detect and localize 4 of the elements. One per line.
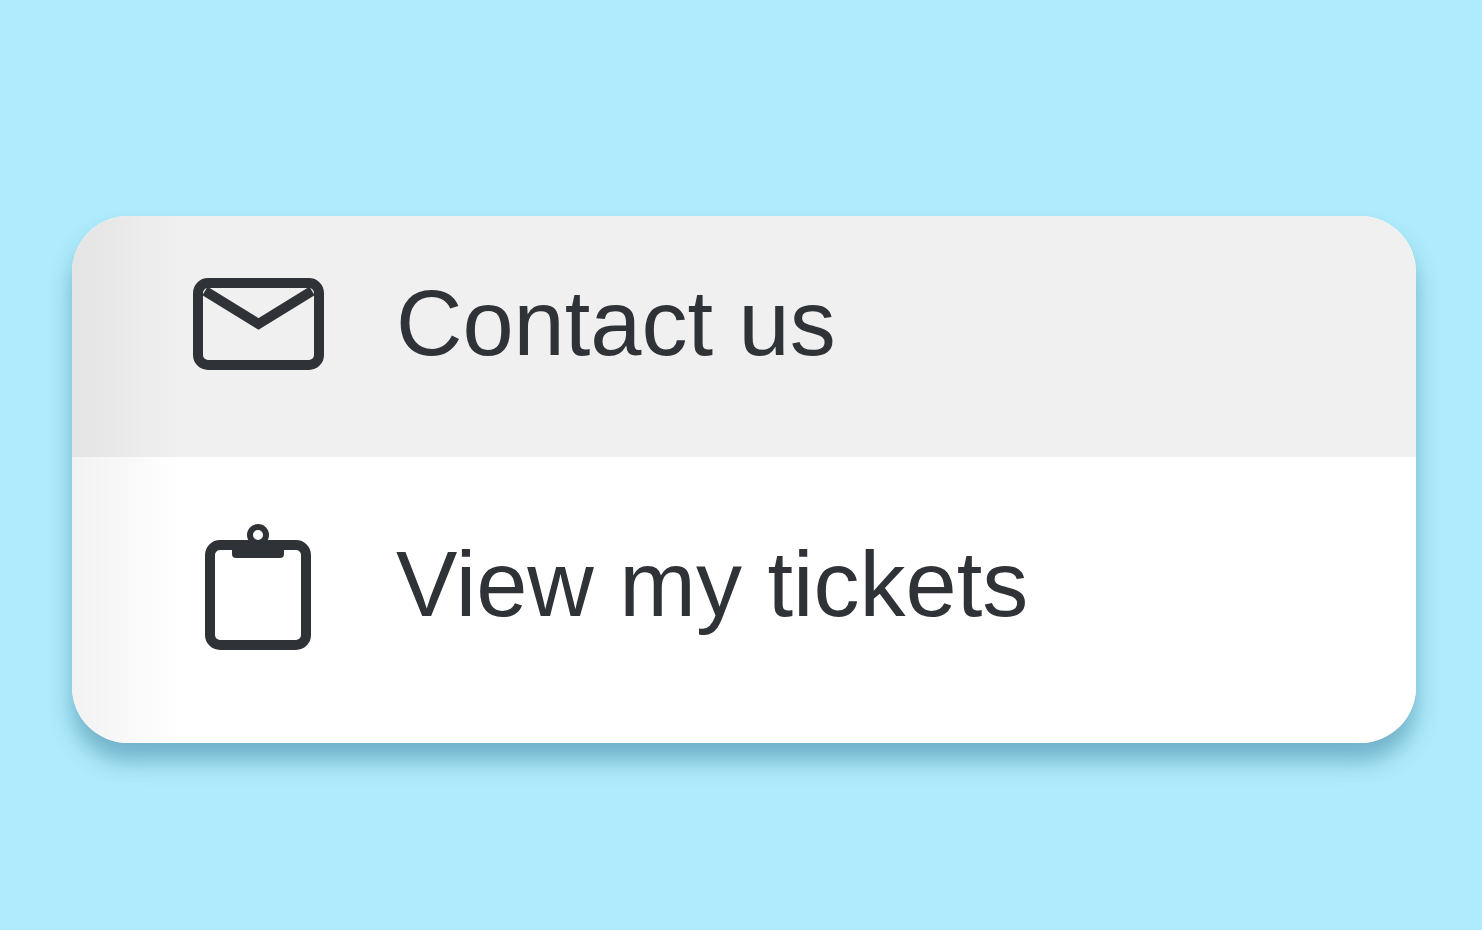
clipboard-icon — [205, 524, 311, 650]
envelope-icon — [192, 277, 324, 370]
menu-item[interactable]: Contact us — [72, 216, 1416, 457]
menu-item[interactable]: View my tickets — [72, 457, 1416, 743]
